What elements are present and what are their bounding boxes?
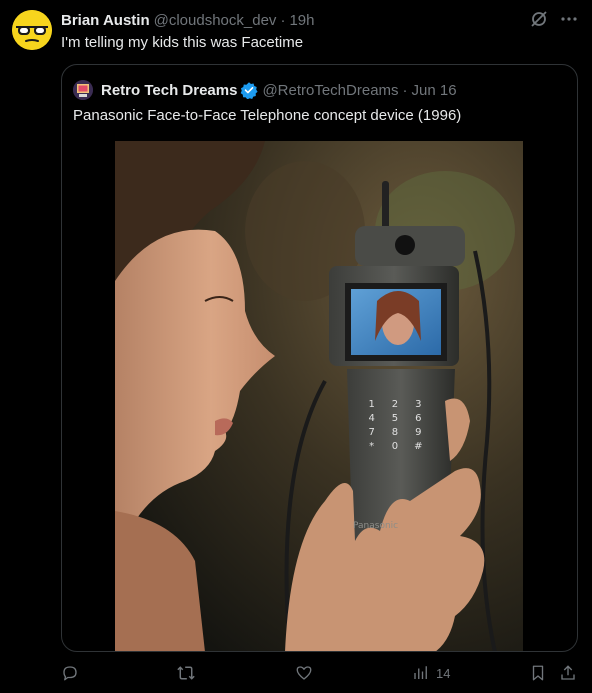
quoted-post-date: Jun 16 bbox=[411, 81, 457, 99]
quoted-author-handle: @RetroTechDreams bbox=[262, 81, 399, 99]
views-count: 14 bbox=[436, 665, 451, 681]
key-3: 3 bbox=[415, 399, 422, 410]
quoted-post-image[interactable]: 1 2 3 4 5 6 7 8 9 * 0 # Panasonic bbox=[115, 141, 523, 651]
post-action-bar: 14 bbox=[0, 660, 592, 688]
phone-brand-label: Panasonic bbox=[353, 521, 399, 531]
quoted-author-name: Retro Tech Dreams bbox=[101, 81, 238, 99]
repost-icon bbox=[177, 666, 195, 680]
author-handle[interactable]: @cloudshock_dev bbox=[154, 12, 277, 29]
key-0: 0 bbox=[391, 441, 399, 452]
quoted-post[interactable]: Retro Tech Dreams @RetroTechDreams · Jun… bbox=[61, 64, 578, 652]
share-icon bbox=[561, 665, 575, 680]
key-4: 4 bbox=[368, 413, 375, 424]
verified-badge-icon bbox=[240, 81, 259, 99]
key-hash: # bbox=[414, 441, 423, 452]
sunglasses-emoji-icon bbox=[12, 10, 52, 50]
author-name[interactable]: Brian Austin bbox=[61, 12, 150, 29]
views-icon bbox=[414, 666, 427, 679]
key-1: 1 bbox=[368, 399, 375, 410]
author-avatar[interactable] bbox=[12, 10, 52, 50]
post[interactable]: Brian Austin @cloudshock_dev · 19h I'm t… bbox=[0, 0, 592, 693]
bookmark-icon bbox=[532, 665, 544, 681]
reply-button[interactable] bbox=[61, 664, 79, 682]
quoted-post-header: Retro Tech Dreams @RetroTechDreams · Jun… bbox=[73, 79, 457, 101]
like-button[interactable] bbox=[295, 664, 313, 682]
key-star: * bbox=[369, 441, 375, 452]
phone-keypad: 1 2 3 4 5 6 7 8 9 * 0 # bbox=[360, 399, 430, 452]
quoted-author-avatar bbox=[73, 80, 93, 100]
key-6: 6 bbox=[415, 413, 422, 424]
key-5: 5 bbox=[391, 413, 399, 424]
post-top-actions bbox=[530, 10, 578, 28]
post-text: I'm telling my kids this was Facetime bbox=[61, 34, 304, 51]
post-time[interactable]: 19h bbox=[289, 12, 314, 29]
key-2: 2 bbox=[391, 399, 399, 410]
repost-button[interactable] bbox=[176, 664, 196, 682]
key-8: 8 bbox=[391, 427, 399, 438]
quoted-post-text: Panasonic Face-to-Face Telephone concept… bbox=[73, 107, 462, 124]
grok-icon[interactable] bbox=[530, 10, 548, 28]
separator-dot: · bbox=[402, 81, 408, 99]
key-7: 7 bbox=[368, 427, 375, 438]
more-dots-icon[interactable] bbox=[560, 10, 578, 28]
post-header: Brian Austin @cloudshock_dev · 19h bbox=[61, 10, 314, 30]
like-icon bbox=[296, 666, 312, 680]
views-button[interactable]: 14 bbox=[412, 664, 450, 682]
key-9: 9 bbox=[415, 427, 422, 438]
retro-computer-icon bbox=[73, 80, 93, 100]
bookmark-button[interactable] bbox=[530, 664, 546, 682]
separator-dot: · bbox=[280, 11, 286, 29]
share-button[interactable] bbox=[559, 664, 577, 682]
reply-icon bbox=[63, 666, 77, 681]
